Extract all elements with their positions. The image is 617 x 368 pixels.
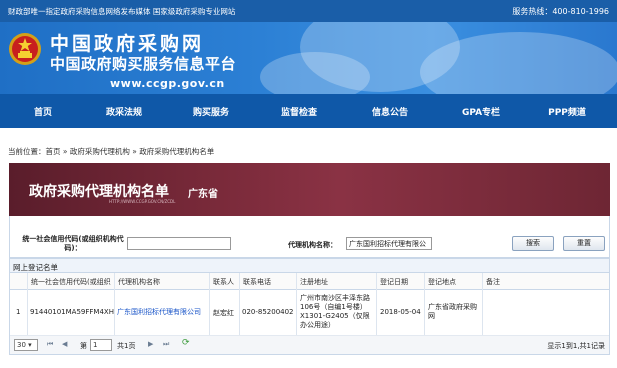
site-title: 中国政府采购网 bbox=[50, 33, 205, 55]
page-size-select[interactable]: 30 ▾ bbox=[14, 339, 38, 351]
credit-code-input[interactable] bbox=[127, 237, 231, 250]
col-address[interactable]: 注册地址 bbox=[300, 277, 328, 287]
total-pages: 共1页 bbox=[117, 342, 136, 350]
row-index: 1 bbox=[16, 308, 21, 316]
reset-button[interactable]: 重置 bbox=[563, 236, 605, 251]
panel-subtitle: HTTP://WWW.CCGP.GOV.CN/ZCDL bbox=[109, 199, 176, 204]
table-title: 网上登记名单 bbox=[10, 259, 609, 273]
col-note[interactable]: 备注 bbox=[486, 277, 500, 287]
panel-title: 政府采购代理机构名单 bbox=[29, 184, 169, 200]
pagination-info: 显示1到1,共1记录 bbox=[547, 342, 605, 350]
row-address-line: X1301-G2405（仅限 bbox=[300, 312, 370, 320]
col-contact[interactable]: 联系人 bbox=[213, 277, 234, 287]
search-button[interactable]: 搜索 bbox=[512, 236, 554, 251]
credit-code-label: 统一社会信用代码(或组织机构代码)： bbox=[22, 235, 124, 252]
top-bar: 财政部唯一指定政府采购信息网络发布媒体 国家级政府采购专业网站 服务热线：400… bbox=[0, 0, 617, 22]
site-url: www.ccgp.gov.cn bbox=[110, 77, 225, 90]
col-credit-code[interactable]: 统一社会信用代码(或组织 bbox=[31, 277, 111, 287]
site-slogan: 财政部唯一指定政府采购信息网络发布媒体 国家级政府采购专业网站 bbox=[8, 7, 236, 16]
first-page-icon[interactable]: ⏮ bbox=[47, 340, 53, 349]
col-place[interactable]: 登记地点 bbox=[428, 277, 456, 287]
table-header: 统一社会信用代码(或组织 代理机构名称 联系人 联系电话 注册地址 登记日期 登… bbox=[10, 273, 609, 290]
search-form: 统一社会信用代码(或组织机构代码)： 代理机构名称： 广东国利招标代理有限公 搜… bbox=[9, 216, 610, 258]
main-nav: 首页 政采法规 购买服务 监督检查 信息公告 GPA专栏 PPP频道 bbox=[0, 94, 617, 128]
col-agency-name[interactable]: 代理机构名称 bbox=[118, 277, 160, 287]
row-place-line: 广东省政府采购 bbox=[428, 303, 477, 311]
nav-purchase-services[interactable]: 购买服务 bbox=[176, 105, 246, 118]
service-hotline: 服务热线：400-810-1996 bbox=[512, 7, 609, 16]
row-address-line: 办公用途） bbox=[300, 321, 335, 329]
col-phone[interactable]: 联系电话 bbox=[243, 277, 271, 287]
row-address-line: 106号（自编1号楼） bbox=[300, 303, 367, 311]
page-size-value: 30 bbox=[17, 341, 26, 349]
last-page-icon[interactable]: ⏭ bbox=[163, 340, 169, 349]
site-banner: 中国政府采购网 中国政府购买服务信息平台 www.ccgp.gov.cn bbox=[0, 22, 617, 94]
row-place-line: 网 bbox=[428, 312, 435, 320]
nav-regulations[interactable]: 政采法规 bbox=[89, 105, 159, 118]
page-number-input[interactable]: 1 bbox=[90, 339, 112, 351]
agency-table: 网上登记名单 统一社会信用代码(或组织 代理机构名称 联系人 联系电话 注册地址… bbox=[9, 258, 610, 355]
nav-gpa[interactable]: GPA专栏 bbox=[446, 105, 516, 118]
page-label: 第 bbox=[80, 342, 87, 350]
site-subtitle: 中国政府购买服务信息平台 bbox=[50, 55, 237, 73]
row-contact: 赵宏红 bbox=[213, 309, 234, 317]
nav-supervision[interactable]: 监督检查 bbox=[264, 105, 334, 118]
panel-header: 政府采购代理机构名单 广东省 HTTP://WWW.CCGP.GOV.CN/ZC… bbox=[9, 163, 610, 216]
nav-ppp[interactable]: PPP频道 bbox=[532, 105, 602, 118]
row-agency-name-link[interactable]: 广东国利招标代理有限公司 bbox=[117, 308, 201, 317]
prev-page-icon[interactable]: ◀ bbox=[62, 340, 67, 348]
national-emblem-icon bbox=[9, 33, 41, 65]
col-date[interactable]: 登记日期 bbox=[380, 277, 408, 287]
row-date: 2018-05-04 bbox=[380, 308, 421, 316]
pagination-bar: 30 ▾ ⏮ ◀ 第 1 共1页 ▶ ⏭ ⟳ 显示1到1,共1记录 bbox=[10, 336, 609, 354]
refresh-icon[interactable]: ⟳ bbox=[182, 338, 190, 348]
row-phone: 020-85200402 bbox=[242, 308, 294, 316]
next-page-icon[interactable]: ▶ bbox=[148, 340, 153, 348]
nav-announcements[interactable]: 信息公告 bbox=[355, 105, 425, 118]
panel-province: 广东省 bbox=[188, 189, 218, 200]
table-row[interactable]: 1 91440101MA59FFM4XH 广东国利招标代理有限公司 赵宏红 02… bbox=[10, 290, 609, 336]
agency-name-label: 代理机构名称： bbox=[288, 241, 337, 249]
breadcrumb[interactable]: 当前位置：首页 » 政府采购代理机构 » 政府采购代理机构名单 bbox=[8, 146, 214, 157]
agency-name-input[interactable]: 广东国利招标代理有限公 bbox=[346, 237, 432, 250]
row-credit-code: 91440101MA59FFM4XH bbox=[30, 308, 114, 316]
row-address-line: 广州市南沙区丰泽东路 bbox=[300, 294, 370, 302]
nav-home[interactable]: 首页 bbox=[8, 105, 78, 118]
